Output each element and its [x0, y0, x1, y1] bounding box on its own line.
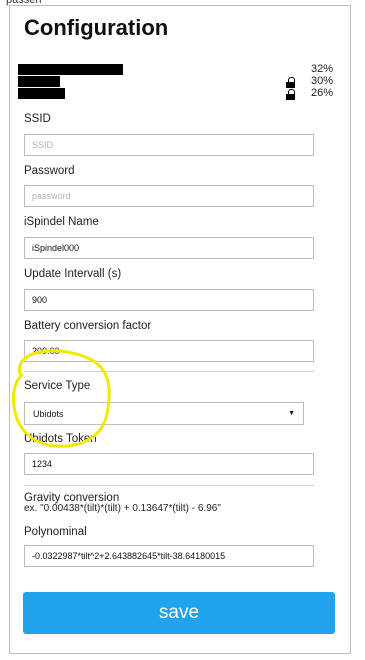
ubidots-token-input[interactable] — [24, 453, 314, 475]
battery-factor-label: Battery conversion factor — [24, 320, 152, 332]
lock-icon — [286, 89, 295, 100]
page-title: Configuration — [24, 15, 169, 40]
wifi-network-2[interactable]: 30% — [10, 75, 350, 88]
service-type-select[interactable]: Ubidots ▼ — [24, 402, 304, 425]
polynomial-input[interactable] — [24, 545, 314, 567]
polynomial-label: Polynominal — [24, 526, 87, 538]
password-input[interactable] — [24, 185, 314, 207]
lock-icon — [286, 77, 295, 88]
save-button[interactable]: save — [23, 592, 335, 634]
ssid-label: SSID — [24, 113, 51, 125]
wifi-network-3[interactable]: 26% — [10, 87, 350, 100]
signal-strength: 26% — [310, 87, 333, 99]
service-type-value: Ubidots — [33, 408, 64, 419]
signal-strength: 32% — [310, 63, 333, 75]
ubidots-token-label: Ubidots Token — [24, 433, 97, 445]
gravity-conversion-example: ex. "0.00438*(tilt)*(tilt) + 0.13647*(ti… — [24, 503, 221, 514]
ispindel-name-label: iSpindel Name — [24, 216, 99, 228]
password-label: Password — [24, 165, 75, 177]
update-interval-label: Update Intervall (s) — [24, 268, 122, 280]
redacted-network-name — [18, 76, 60, 87]
service-type-label: Service Type — [24, 380, 91, 392]
divider — [24, 485, 314, 486]
redacted-network-name — [18, 64, 123, 75]
divider — [24, 371, 314, 372]
ispindel-name-input[interactable] — [24, 237, 314, 259]
dropdown-arrow-icon: ▼ — [288, 410, 295, 417]
signal-strength: 30% — [310, 75, 333, 87]
update-interval-input[interactable] — [24, 289, 314, 311]
config-panel: Configuration 32% 30% 26% SSID Password … — [9, 5, 351, 654]
battery-factor-input[interactable] — [24, 340, 314, 362]
wifi-network-1[interactable]: 32% — [10, 63, 350, 76]
ssid-input[interactable] — [24, 134, 314, 156]
redacted-network-name — [18, 88, 65, 99]
